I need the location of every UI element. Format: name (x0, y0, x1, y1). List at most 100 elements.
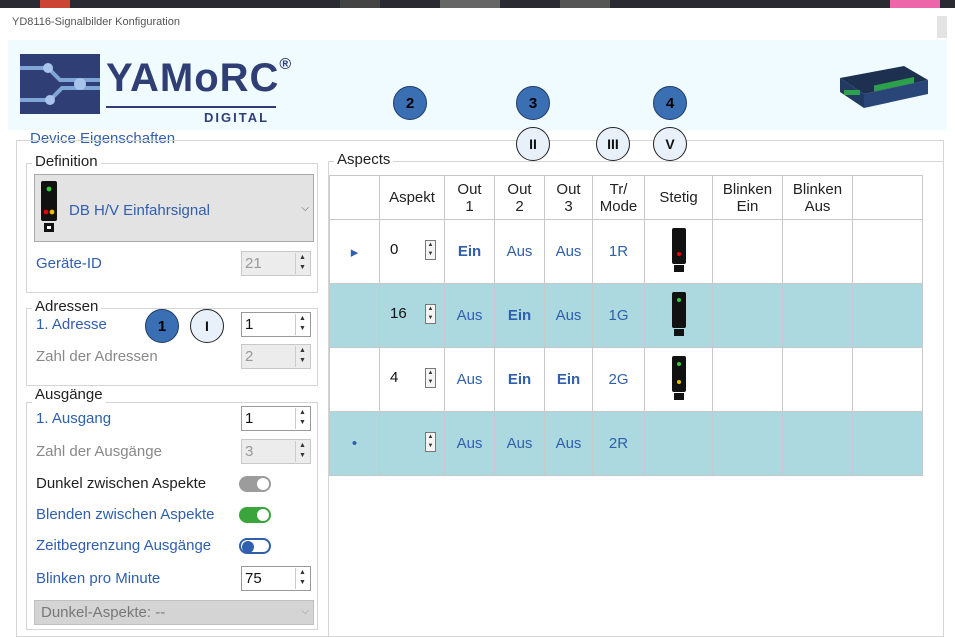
out1-cell[interactable]: Aus (444, 411, 495, 476)
mode-cell[interactable]: 1R (592, 219, 645, 284)
out3-cell[interactable]: Aus (544, 219, 593, 284)
aspekt-cell[interactable]: 4 ▲ ▼ (379, 347, 445, 412)
row-marker[interactable] (329, 283, 380, 348)
out2-cell[interactable]: Aus (494, 219, 545, 284)
row-marker[interactable]: • (329, 411, 380, 476)
blinken-aus-cell[interactable] (782, 411, 853, 476)
blinken-ein-cell[interactable] (712, 283, 783, 348)
erste-adresse-label: 1. Adresse (36, 316, 107, 333)
out2-cell[interactable]: Ein (494, 347, 545, 412)
annotation-badge-2: 2 (393, 86, 427, 120)
col-blinken-ein[interactable]: Blinken Ein (712, 175, 783, 220)
out3-cell[interactable]: Aus (544, 411, 593, 476)
erster-ausgang-label: 1. Ausgang (36, 410, 112, 427)
dunkel-aspekte-select[interactable]: Dunkel-Aspekte: -- ⌵ (34, 600, 314, 625)
annotation-roman-iii: III (596, 127, 630, 161)
adressen-title: Adressen (32, 298, 102, 315)
selected-definition: DB H/V Einfahrsignal (69, 202, 210, 219)
out1-cell[interactable]: Ein (444, 219, 495, 284)
blinken-label: Blinken pro Minute (36, 570, 161, 587)
window-title: YD8116-Signalbilder Konfiguration (12, 16, 180, 28)
dunkel-label: Dunkel zwischen Aspekte (36, 475, 207, 492)
yamorc-logo-icon (20, 54, 100, 114)
aspekt-cell[interactable]: ▲ ▼ (379, 411, 445, 476)
signal-green-yellow-icon (671, 355, 686, 400)
col-out3[interactable]: Out 3 (544, 175, 593, 220)
zeitbegrenzung-label: Zeitbegrenzung Ausgänge (36, 537, 212, 554)
stetig-cell[interactable] (644, 283, 713, 348)
annotation-badge-4: 4 (653, 86, 687, 120)
blenden-label: Blenden zwischen Aspekte (36, 506, 215, 523)
dunkel-toggle[interactable] (239, 476, 271, 492)
col-out2[interactable]: Out 2 (494, 175, 545, 220)
blinken-aus-cell[interactable] (782, 347, 853, 412)
device-image (840, 66, 928, 108)
annotation-roman-i: I (190, 309, 224, 343)
col-out1[interactable]: Out 1 (444, 175, 495, 220)
mode-cell[interactable]: 2R (592, 411, 645, 476)
stetig-cell[interactable] (644, 411, 713, 476)
blinken-ein-cell[interactable] (712, 219, 783, 284)
stetig-cell[interactable] (644, 347, 713, 412)
title-bar: YD8116-Signalbilder Konfiguration (8, 8, 947, 38)
zahl-ausgaenge-field: 3 ▲ ▼ (241, 439, 311, 464)
table-row[interactable]: 16 ▲ ▼ Aus Ein Aus 1G (329, 283, 923, 348)
chevron-down-icon: ⌵ (301, 606, 309, 617)
annotation-roman-v: V (653, 127, 687, 161)
zahl-adressen-field: 2 ▲ ▼ (241, 344, 311, 369)
blinken-aus-cell[interactable] (782, 219, 853, 284)
chevron-down-icon: ⌵ (301, 203, 309, 214)
out3-cell[interactable]: Aus (544, 283, 593, 348)
brand-underline (106, 106, 276, 108)
aspekt-cell[interactable]: 0 ▲ ▼ (379, 219, 445, 284)
row-header-corner (329, 175, 380, 220)
background-strip (0, 0, 955, 8)
app-window: YD8116-Signalbilder Konfiguration YAMoRC… (8, 8, 947, 637)
brand-name: YAMoRC® (106, 56, 293, 100)
brand-banner: YAMoRC® DIGITAL (8, 40, 947, 130)
erster-ausgang-input[interactable]: 1 ▲ ▼ (241, 406, 311, 431)
erste-adresse-input[interactable]: 1 ▲ ▼ (241, 312, 311, 337)
blinken-ein-cell[interactable] (712, 347, 783, 412)
aspects-title: Aspects (334, 151, 394, 168)
out3-cell[interactable]: Ein (544, 347, 593, 412)
out2-cell[interactable]: Ein (494, 283, 545, 348)
geraete-id-label: Geräte-ID (36, 255, 102, 272)
annotation-badge-3: 3 (516, 86, 550, 120)
blinken-ein-cell[interactable] (712, 411, 783, 476)
col-tr-mode[interactable]: Tr/Mode (592, 175, 645, 220)
zahl-adressen-label: Zahl der Adressen (36, 348, 158, 365)
col-aspekt[interactable]: Aspekt (379, 175, 445, 220)
table-row[interactable]: ▸ 0 ▲ ▼ Ein Aus Aus 1R (329, 219, 923, 284)
annotation-roman-ii: II (516, 127, 550, 161)
signal-preview-icon (41, 181, 57, 232)
definition-title: Definition (32, 153, 101, 170)
blinken-input[interactable]: 75 ▲ ▼ (241, 566, 311, 591)
table-row[interactable]: • ▲ ▼ Aus Aus Aus 2R (329, 411, 923, 476)
blinken-aus-cell[interactable] (782, 283, 853, 348)
blenden-toggle[interactable] (239, 507, 271, 523)
ausgaenge-title: Ausgänge (32, 386, 106, 403)
row-marker[interactable] (329, 347, 380, 412)
scrollbar[interactable] (937, 16, 947, 38)
signal-red-icon (671, 227, 686, 272)
zahl-ausgaenge-label: Zahl der Ausgänge (36, 443, 162, 460)
out2-cell[interactable]: Aus (494, 411, 545, 476)
out1-cell[interactable]: Aus (444, 283, 495, 348)
aspekt-cell[interactable]: 16 ▲ ▼ (379, 283, 445, 348)
col-empty (852, 175, 923, 220)
signal-definition-select[interactable]: DB H/V Einfahrsignal ⌵ (34, 174, 314, 242)
col-stetig[interactable]: Stetig (644, 175, 713, 220)
signal-green-icon (671, 291, 686, 336)
row-marker[interactable]: ▸ (329, 219, 380, 284)
table-header-row: Aspekt Out 1 Out 2 Out 3 Tr/Mode Stetig Bli… (329, 175, 923, 220)
aspects-table: Aspekt Out 1 Out 2 Out 3 Tr/Mode Stetig Bli… (329, 175, 923, 476)
zeitbegrenzung-toggle[interactable] (239, 538, 271, 554)
mode-cell[interactable]: 2G (592, 347, 645, 412)
mode-cell[interactable]: 1G (592, 283, 645, 348)
out1-cell[interactable]: Aus (444, 347, 495, 412)
stetig-cell[interactable] (644, 219, 713, 284)
table-row[interactable]: 4 ▲ ▼ Aus Ein Ein 2G (329, 347, 923, 412)
brand-sub: DIGITAL (204, 110, 270, 125)
col-blinken-aus[interactable]: Blinken Aus (782, 175, 853, 220)
